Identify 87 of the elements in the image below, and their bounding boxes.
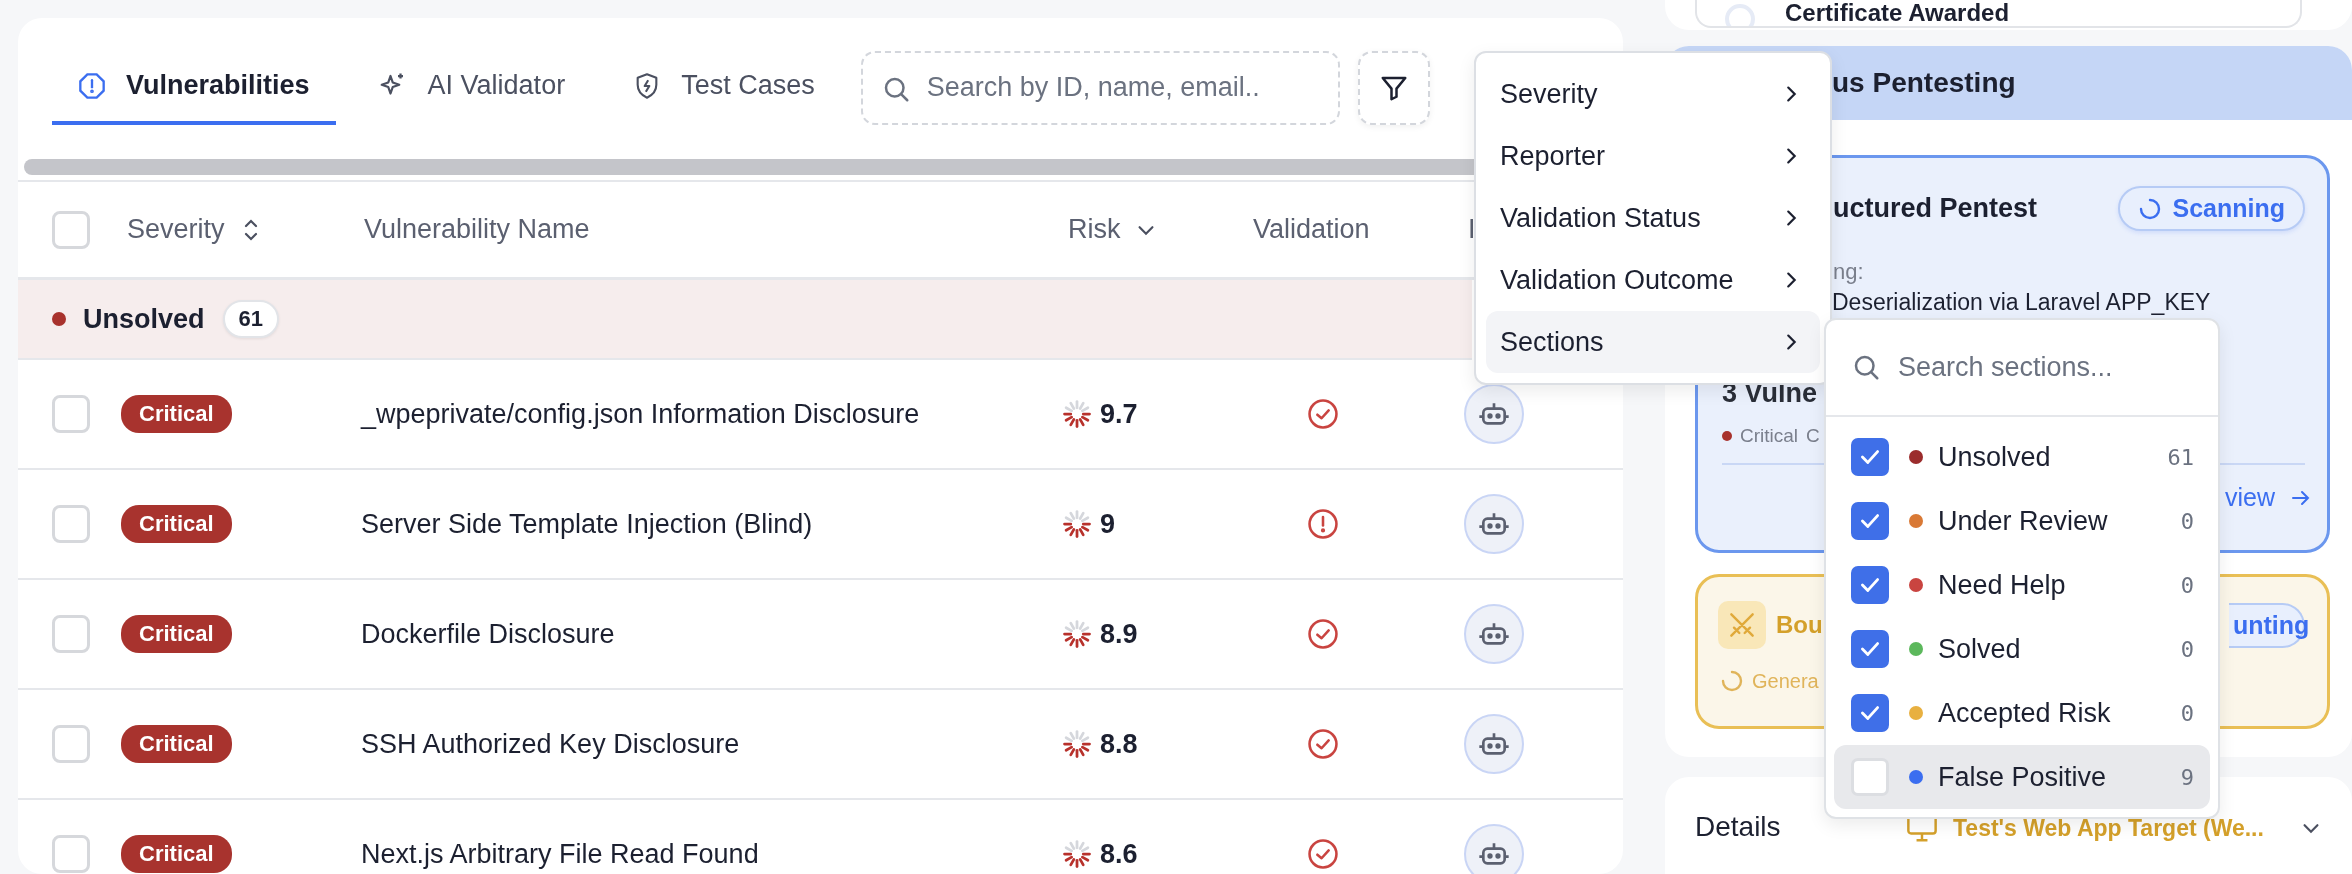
- severity-label: Critical: [1740, 425, 1799, 447]
- robot-icon[interactable]: [1464, 494, 1524, 554]
- vulnerability-name[interactable]: Dockerfile Disclosure: [361, 618, 1062, 650]
- section-option[interactable]: Unsolved 61: [1834, 425, 2210, 489]
- swords-icon: [1718, 601, 1766, 649]
- search-field[interactable]: Search by ID, name, email..: [860, 50, 1340, 125]
- section-option[interactable]: Solved 0: [1834, 617, 2210, 681]
- risk-score: 9: [1100, 508, 1116, 540]
- vulnerability-name[interactable]: _wpeprivate/config.json Information Disclosure: [361, 398, 1062, 430]
- tab[interactable]: AI Validator: [351, 50, 592, 125]
- section-label: Need Help: [1938, 569, 2066, 601]
- vulnerability-name[interactable]: Server Side Template Injection (Blind): [361, 508, 1062, 540]
- vulnerability-name[interactable]: SSH Authorized Key Disclosure: [361, 728, 1062, 760]
- severity-badge: Critical: [121, 835, 232, 873]
- status-badge: Scanning: [2118, 186, 2305, 231]
- severity-dot: [1722, 431, 1732, 441]
- section-label: Under Review: [1938, 505, 2108, 537]
- count-badge: 61: [222, 300, 279, 338]
- menu-item[interactable]: Validation Outcome: [1486, 249, 1820, 311]
- panel-title: us Pentesting: [1832, 67, 2016, 99]
- tab[interactable]: Vulnerabilities: [52, 50, 336, 125]
- severity-label: C: [1806, 425, 1820, 447]
- section-count: 61: [2167, 444, 2194, 470]
- section-option[interactable]: Accepted Risk 0: [1834, 681, 2210, 745]
- checkbox[interactable]: [1851, 694, 1889, 732]
- checkbox[interactable]: [1851, 630, 1889, 668]
- severity-badge: Critical: [121, 725, 232, 763]
- robot-icon[interactable]: [1464, 384, 1524, 444]
- severity-badge: Critical: [121, 615, 232, 653]
- checkbox[interactable]: [1851, 566, 1889, 604]
- risk-dial-icon: [1062, 839, 1092, 869]
- risk-score: 8.9: [1100, 618, 1138, 650]
- check-circle-icon: [1306, 397, 1340, 431]
- group-header[interactable]: Unsolved 61: [18, 280, 1472, 360]
- section-label: Unsolved: [1938, 441, 2051, 473]
- check-circle-icon: [1306, 837, 1340, 871]
- risk-dial-icon: [1062, 729, 1092, 759]
- column-header[interactable]: Risk: [1068, 214, 1121, 245]
- details-label: Details: [1695, 811, 1782, 843]
- menu-item[interactable]: Validation Status: [1486, 187, 1820, 249]
- spinner-icon: [1720, 669, 1744, 693]
- risk-dial-icon: [1062, 399, 1092, 429]
- section-count: 0: [2180, 572, 2194, 598]
- section-count: 0: [2180, 700, 2194, 726]
- section-option[interactable]: False Positive 9: [1834, 745, 2210, 809]
- menu-item[interactable]: Reporter: [1486, 125, 1820, 187]
- current-test: Deserialization via Laravel APP_KEY: [1832, 289, 2212, 315]
- section-count: 0: [2180, 636, 2194, 662]
- column-header[interactable]: Severity: [127, 214, 225, 245]
- status-note: Genera: [1752, 669, 1819, 693]
- section-label: Accepted Risk: [1938, 697, 2111, 729]
- column-header: Vulnerability Name: [363, 214, 591, 245]
- section-option[interactable]: Under Review 0: [1834, 489, 2210, 553]
- milestone-title: Certificate Awarded: [1785, 0, 2010, 26]
- robot-icon[interactable]: [1464, 604, 1524, 664]
- section-label: Solved: [1938, 633, 2021, 665]
- tab[interactable]: Test Cases: [607, 50, 841, 125]
- card-title: uctured Pentest: [1833, 193, 2038, 224]
- severity-badge: Critical: [121, 395, 232, 433]
- risk-dial-icon: [1062, 619, 1092, 649]
- robot-icon[interactable]: [1464, 714, 1524, 774]
- section-option[interactable]: Need Help 0: [1834, 553, 2210, 617]
- checkbox[interactable]: [1851, 438, 1889, 476]
- robot-icon[interactable]: [1464, 824, 1524, 874]
- risk-dial-icon: [1062, 509, 1092, 539]
- risk-score: 8.6: [1100, 838, 1138, 870]
- column-header: Validation: [1253, 214, 1371, 245]
- risk-score: 9.7: [1100, 398, 1138, 430]
- circle-icon: [1725, 4, 1755, 26]
- menu-item[interactable]: Sections: [1486, 311, 1820, 373]
- status-label: ng:: [1833, 259, 1865, 285]
- view-link[interactable]: view: [2225, 483, 2275, 512]
- spinner-icon: [2138, 196, 2163, 221]
- risk-score: 8.8: [1100, 728, 1138, 760]
- vulnerability-name[interactable]: Next.js Arbitrary File Read Found: [361, 838, 1062, 870]
- group-label: Unsolved: [83, 303, 205, 335]
- search-field[interactable]: Search sections...: [1826, 320, 2218, 415]
- check-circle-icon: [1306, 617, 1340, 651]
- section-count: 0: [2180, 508, 2194, 534]
- card-title: Bou: [1776, 611, 1823, 639]
- alert-icon: [78, 71, 106, 100]
- menu-item[interactable]: Severity: [1486, 63, 1820, 125]
- checkbox[interactable]: [1851, 502, 1889, 540]
- severity-badge: Critical: [121, 505, 232, 543]
- alert-circle-icon: [1306, 507, 1340, 541]
- check-circle-icon: [1306, 727, 1340, 761]
- filter-button[interactable]: [1357, 50, 1430, 125]
